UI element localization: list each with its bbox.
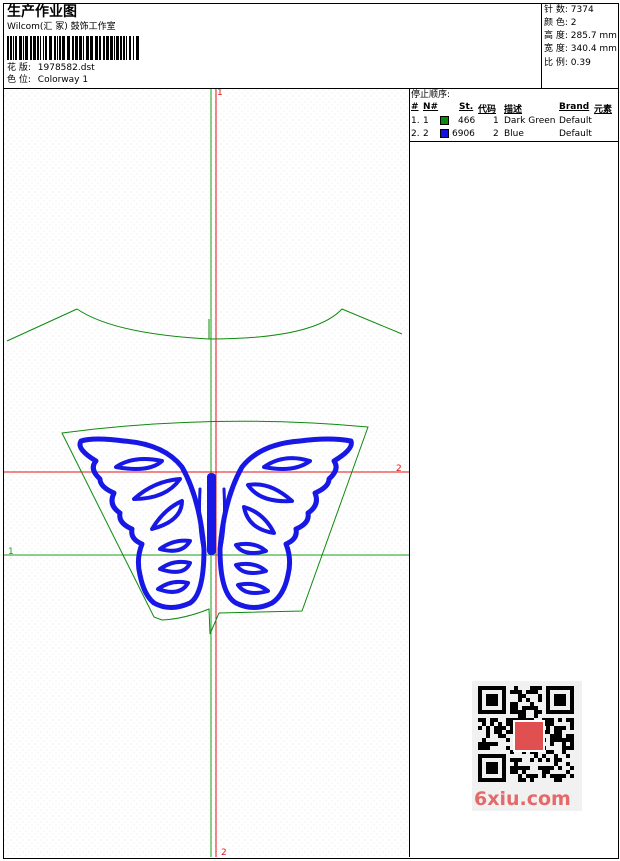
company-name: Wilcom(汇 冢) 鼓饰工作室 [7, 22, 116, 32]
col-stitches: St. [459, 102, 474, 112]
page-title: 生产作业图 [7, 4, 77, 20]
color-swatch [440, 129, 449, 138]
axis-label-left: 1 [8, 547, 14, 557]
axis-label-bottom: 2 [221, 848, 227, 857]
row-brand: Default [559, 116, 592, 126]
design-file: 1978582.dst [37, 63, 95, 73]
stat-colors: 颜 色: 2 [544, 18, 577, 28]
stat-stitches: 针 数: 7374 [544, 5, 594, 15]
stop-sequence-title: 停止顺序: [411, 90, 451, 100]
color-swatch [440, 116, 449, 125]
stop-table-divider [409, 141, 619, 142]
col-code: 代码 [478, 105, 497, 115]
col-description: 描述 [504, 105, 523, 115]
col-n: N# [423, 102, 439, 112]
row-index: 1. [411, 116, 420, 126]
stats-divider [541, 3, 542, 89]
stat-height: 高 度: 285.7 mm [544, 31, 617, 41]
design-label: 花 版: [7, 63, 31, 73]
row-n: 1 [423, 116, 429, 126]
col-index: # [411, 102, 419, 112]
row-brand: Default [559, 129, 592, 139]
row-n: 2 [423, 129, 429, 139]
axis-label-right: 2 [396, 464, 402, 474]
barcode [7, 36, 139, 60]
design-file-row: 花 版: 1978582.dst [7, 63, 95, 74]
row-description: Blue [504, 129, 524, 139]
watermark-logo: 6xiu.com [474, 788, 571, 810]
stat-scale: 比 例: 0.39 [544, 58, 591, 68]
col-element: 元素 [594, 105, 613, 115]
colorway-value: Colorway 1 [37, 75, 89, 85]
panel-divider [409, 89, 410, 857]
row-description: Dark Green [504, 116, 556, 126]
row-stitches: 466 [458, 116, 476, 126]
design-canvas[interactable]: 1 2 1 2 [4, 89, 409, 857]
colorway-row: 色 位: Colorway 1 [7, 75, 88, 86]
col-brand: Brand [559, 102, 590, 112]
row-code: 2 [493, 129, 499, 139]
colorway-label: 色 位: [7, 75, 31, 85]
row-code: 1 [493, 116, 499, 126]
axis-label-top: 1 [217, 89, 223, 98]
stat-width: 宽 度: 340.4 mm [544, 44, 617, 54]
row-index: 2. [411, 129, 420, 139]
canvas-background [4, 89, 409, 857]
row-stitches: 6906 [452, 129, 475, 139]
qr-logo-seal [513, 720, 545, 752]
